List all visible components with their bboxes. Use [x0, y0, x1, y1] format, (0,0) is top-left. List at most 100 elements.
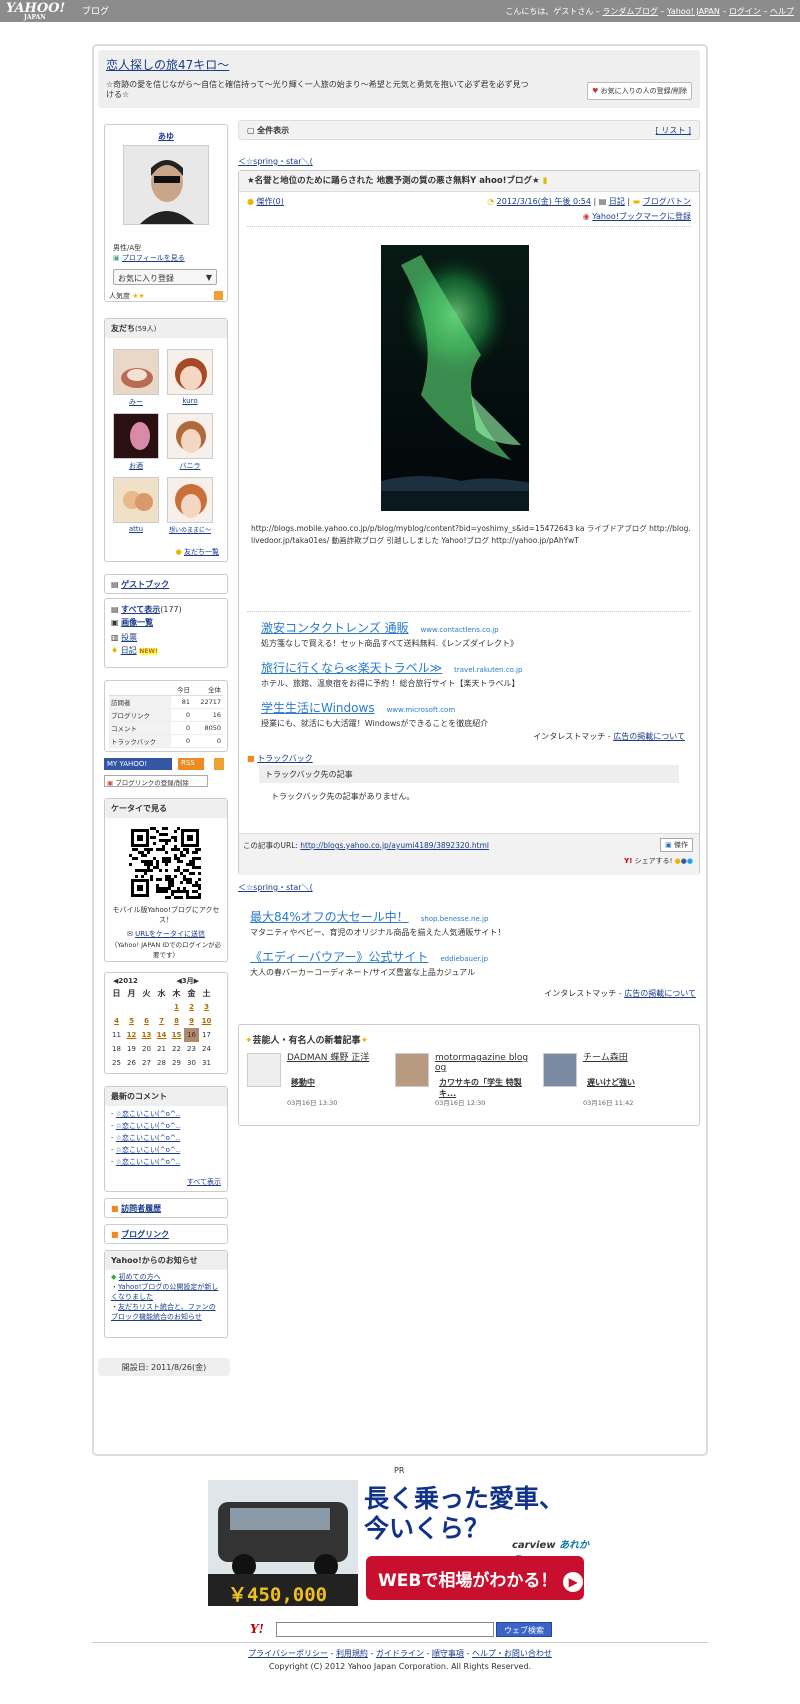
ad-url[interactable]: shop.benesse.ne.jp [421, 915, 489, 923]
calendar-day[interactable]: 2 [184, 1000, 199, 1014]
notice-1[interactable]: ・Yahoo!ブログの公開設定が新しくなりました [111, 1282, 221, 1302]
friends-all-link[interactable]: ● 友だち一覧 [176, 547, 219, 557]
guestbook-box[interactable]: ▤ ゲストブック [104, 574, 228, 594]
notice-2[interactable]: ・友だちリスト統合と、ファンのブロック機能統合のお知らせ [111, 1302, 221, 1322]
friend-name-3[interactable]: お酒 [113, 461, 159, 471]
visitor-history-box[interactable]: ■ 訪問者履歴 [104, 1198, 228, 1218]
comment-item[interactable]: - ☆恋こいこい(^o^.. [111, 1132, 221, 1144]
ad-info-link-2[interactable]: 広告の掲載について [624, 989, 696, 998]
favorite-user-button[interactable]: ♥ お気に入りの人の登録/削除 [587, 82, 692, 100]
random-blog-link[interactable]: ランダムブログ [602, 7, 658, 16]
ad-url[interactable]: eddiebauer.jp [440, 955, 488, 963]
friend-avatar-2[interactable] [167, 349, 213, 395]
calendar-day[interactable]: 4 [109, 1014, 124, 1028]
comments-all-link[interactable]: すべて表示 [187, 1177, 221, 1187]
category-link[interactable]: 日記 [609, 197, 625, 206]
calendar-day[interactable]: 9 [184, 1014, 199, 1028]
article-date[interactable]: 2012/3/16(金) 午後 0:54 [497, 197, 591, 206]
friend-name-6[interactable]: 想いのままに〜 [167, 525, 213, 534]
friend-name-5[interactable]: attu [113, 525, 159, 533]
friend-avatar-3[interactable] [113, 413, 159, 459]
bookmark-link[interactable]: ◉ Yahoo!ブックマークに登録 [239, 211, 699, 222]
menu-all[interactable]: ▤ すべて表示(177) [111, 603, 221, 616]
ad-info-link[interactable]: 広告の掲載について [613, 732, 685, 741]
rss-badge[interactable]: RSS [178, 758, 204, 770]
calendar-day[interactable]: 12 [124, 1028, 139, 1042]
calendar-day[interactable]: 13 [139, 1028, 154, 1042]
celeb-name[interactable]: DADMAN 蝶野 正洋 [287, 1053, 387, 1063]
footer-link[interactable]: ヘルプ・お問い合わせ [472, 1649, 552, 1658]
friend-avatar-5[interactable] [113, 477, 159, 523]
menu-diary[interactable]: ♦ 日記 NEW! [111, 644, 221, 658]
calendar-day[interactable]: 8 [169, 1014, 184, 1028]
search-input[interactable] [276, 1622, 494, 1637]
ad-url[interactable]: www.microsoft.com [387, 706, 456, 714]
next-month-icon[interactable]: ▶ [194, 977, 199, 985]
list-link[interactable]: [ リスト ] [656, 125, 691, 136]
friend-name-1[interactable]: みー [113, 397, 159, 407]
share-bar[interactable]: Y! シェアする! ●●● [624, 856, 693, 866]
login-link[interactable]: ログイン [729, 7, 761, 16]
ad-title-link[interactable]: 旅行に行くなら≪楽天トラベル≫ [261, 661, 442, 675]
yahoo-japan-link[interactable]: Yahoo! JAPAN [667, 7, 720, 16]
calendar-day[interactable]: 3 [199, 1000, 214, 1014]
profile-link-row[interactable]: ▣ プロフィールを見る [113, 253, 185, 263]
footer-link[interactable]: 利用規約 [336, 1649, 368, 1658]
category2-link[interactable]: ブログバトン [643, 197, 691, 206]
comment-item[interactable]: - ☆恋こいこい(^o^.. [111, 1108, 221, 1120]
celeb-post[interactable]: 移動中 [291, 1077, 387, 1088]
celeb-avatar[interactable] [247, 1053, 281, 1087]
bloglink-box[interactable]: ■ ブログリンク [104, 1224, 228, 1244]
trackback-title[interactable]: ■ トラックバック [247, 753, 313, 764]
masterpiece-count[interactable]: ● 傑作(0) [247, 196, 284, 207]
masterpiece-button[interactable]: ▣ 傑作 [660, 838, 693, 852]
ad-url[interactable]: travel.rakuten.co.jp [454, 666, 522, 674]
friend-avatar-6[interactable] [167, 477, 213, 523]
ad-title-link[interactable]: 《エディーバウアー》公式サイト [250, 950, 428, 964]
help-link[interactable]: ヘルプ [770, 7, 794, 16]
calendar-day[interactable]: 10 [199, 1014, 214, 1028]
friend-name-2[interactable]: kuro [167, 397, 213, 405]
web-search-button[interactable]: ウェブ検索 [496, 1622, 552, 1637]
ad-url[interactable]: www.contactlens.co.jp [421, 626, 499, 634]
celeb-avatar[interactable] [543, 1053, 577, 1087]
feed-icon[interactable] [214, 758, 224, 770]
menu-images[interactable]: ▣ 画像一覧 [111, 616, 221, 629]
aurora-photo[interactable] [381, 245, 529, 511]
celeb-post[interactable]: 遅いけど強い [587, 1077, 683, 1088]
footer-link[interactable]: ガイドライン [376, 1649, 424, 1658]
comment-item[interactable]: - ☆恋こいこい(^o^.. [111, 1144, 221, 1156]
celeb-post[interactable]: カワサキの「学生 特製キ... [439, 1077, 535, 1099]
banner-cta-button[interactable]: WEBで相場がわかる！ ▶ [366, 1556, 584, 1600]
prev-article-link[interactable]: ＜☆spring・star＼( [238, 156, 313, 167]
car-banner[interactable]: ￥450,000 長く乗った愛車、今いくら？ carview あれかう WEBで… [208, 1480, 594, 1606]
calendar-day[interactable]: 1 [169, 1000, 184, 1014]
menu-votes[interactable]: ▥ 投票 [111, 631, 221, 644]
celeb-name[interactable]: motormagazine blog og [435, 1053, 535, 1073]
profile-name[interactable]: あゆ [105, 131, 227, 142]
ad-title-link[interactable]: 最大84%オフの大セール中！ [250, 910, 409, 924]
comment-item[interactable]: - ☆恋こいこい(^o^.. [111, 1120, 221, 1132]
calendar-day[interactable]: 14 [154, 1028, 169, 1042]
blog-title[interactable]: 恋人探しの旅47キロ〜 [106, 56, 229, 73]
bloglink-register[interactable]: ▣ ブログリンクの登録/削除 [104, 775, 208, 787]
prev-article-link-bottom[interactable]: ＜☆spring・star＼( [238, 882, 313, 893]
footer-link[interactable]: 順守事項 [432, 1649, 464, 1658]
calendar-day[interactable]: 15 [169, 1028, 184, 1042]
fav-register-dropdown[interactable]: お気に入り登録 ▼ [113, 269, 217, 285]
friend-name-4[interactable]: バニラ [167, 461, 213, 471]
calendar-day[interactable]: 5 [124, 1014, 139, 1028]
blog-logo-text[interactable]: ブログ [82, 4, 109, 17]
my-yahoo-badge[interactable]: MY YAHOO! [104, 758, 172, 770]
friend-avatar-1[interactable] [113, 349, 159, 395]
footer-link[interactable]: プライバシーポリシー [248, 1649, 328, 1658]
yahoo-logo[interactable]: YAHOO! JAPAN [6, 2, 65, 21]
celeb-avatar[interactable] [395, 1053, 429, 1087]
send-url-link[interactable]: ✉ URLをケータイに送信 [109, 929, 223, 939]
calendar-day[interactable]: 7 [154, 1014, 169, 1028]
friend-avatar-4[interactable] [167, 413, 213, 459]
first-time-link[interactable]: ◆ 初めての方へ [111, 1272, 221, 1282]
avatar[interactable] [123, 145, 209, 225]
celeb-name[interactable]: チーム森田 [583, 1053, 683, 1063]
calendar-day[interactable]: 6 [139, 1014, 154, 1028]
